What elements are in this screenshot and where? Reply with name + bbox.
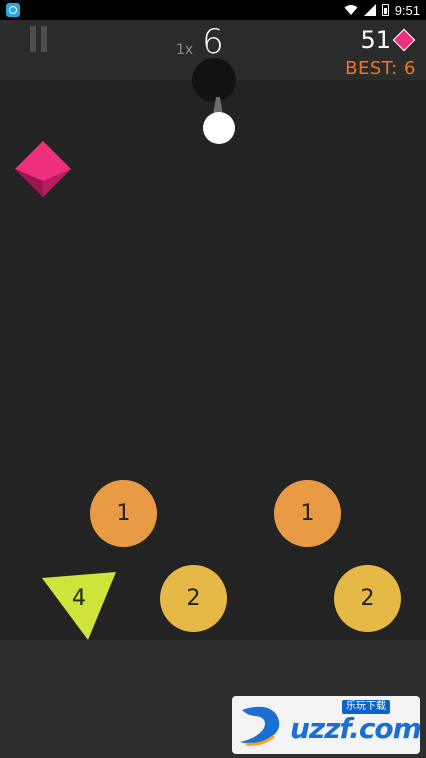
status-icons: 9:51 [344, 2, 420, 18]
multiplier: 1x [176, 42, 194, 58]
target-label: 1 [116, 501, 131, 526]
target-circle: 2 [334, 565, 401, 632]
target-circle: 1 [90, 480, 157, 547]
watermark-text: uzzf.com [290, 712, 422, 745]
signal-icon [363, 4, 376, 16]
best-score: BEST: 6 [345, 58, 416, 79]
gem-count: 51 [360, 26, 391, 54]
app-notification-icon [6, 3, 20, 17]
target-triangle: 4 [40, 570, 118, 642]
game-screen[interactable]: 9:51 6 51 BEST: 6 1x 1 1 4 2 2 乐玩下载 uzzf… [0, 0, 426, 758]
clock: 9:51 [394, 2, 420, 18]
gem-pickup-icon [15, 141, 71, 197]
status-bar: 9:51 [0, 0, 426, 20]
ball [203, 112, 235, 144]
target-circle: 2 [160, 565, 227, 632]
gem-counter: 51 [360, 26, 416, 54]
target-label: 2 [186, 586, 201, 611]
gem-icon [392, 28, 416, 52]
target-label: 4 [72, 586, 86, 611]
target-label: 2 [360, 586, 375, 611]
target-label: 1 [300, 501, 315, 526]
watermark: 乐玩下载 uzzf.com [232, 696, 422, 754]
watermark-logo-icon [240, 706, 280, 746]
battery-icon [381, 4, 389, 16]
launcher [192, 58, 236, 102]
target-circle: 1 [274, 480, 341, 547]
wifi-icon [344, 5, 358, 15]
